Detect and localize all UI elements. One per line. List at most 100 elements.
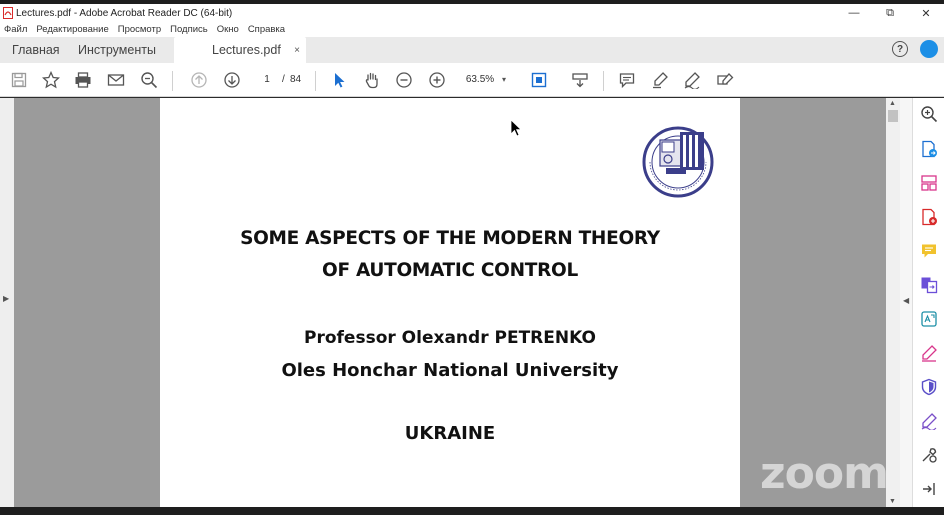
next-page-button[interactable] bbox=[221, 69, 243, 91]
previous-page-button[interactable] bbox=[188, 69, 210, 91]
hand-icon bbox=[365, 72, 378, 89]
tab-document-label: Lectures.pdf bbox=[212, 43, 281, 57]
document-title-line-1: SOME ASPECTS OF THE MODERN THEORY bbox=[240, 228, 660, 249]
zoom-level-input[interactable]: 63.5% bbox=[460, 72, 500, 88]
right-pane-toggle[interactable]: ◀ bbox=[900, 98, 912, 507]
close-window-button[interactable]: ✕ bbox=[908, 4, 944, 22]
page-separator: / bbox=[282, 74, 285, 85]
window-title: Lectures.pdf - Adobe Acrobat Reader DC (… bbox=[16, 7, 233, 19]
edit-pdf-icon bbox=[921, 311, 937, 327]
select-tool-button[interactable] bbox=[328, 69, 350, 91]
toolbar-separator bbox=[603, 71, 604, 91]
bookmark-star-icon bbox=[42, 71, 60, 89]
zoom-out-button[interactable] bbox=[393, 69, 415, 91]
sign-icon bbox=[921, 413, 937, 431]
highlight-icon bbox=[653, 72, 668, 89]
zoom-watermark: zoom bbox=[760, 448, 889, 499]
acrobat-app-icon bbox=[3, 7, 13, 19]
page-number-input[interactable]: 1 bbox=[254, 72, 280, 88]
tab-home[interactable]: Главная bbox=[0, 37, 66, 63]
tools-pane-sign[interactable] bbox=[920, 412, 938, 431]
save-icon bbox=[11, 72, 27, 88]
tools-pane-collapse[interactable] bbox=[920, 480, 938, 498]
print-icon bbox=[75, 72, 91, 88]
document-title-line-2: OF AUTOMATIC CONTROL bbox=[322, 260, 578, 281]
scroll-mode-icon bbox=[572, 73, 588, 88]
tab-close-button[interactable]: × bbox=[294, 45, 300, 56]
menu-window[interactable]: Окно bbox=[217, 24, 239, 35]
tools-pane bbox=[912, 98, 944, 507]
page-total: 84 bbox=[290, 74, 302, 85]
export-pdf-icon bbox=[922, 140, 937, 158]
menu-help[interactable]: Справка bbox=[248, 24, 285, 35]
page-down-icon bbox=[224, 72, 240, 88]
tabbar-right-icons: ? bbox=[892, 40, 938, 58]
collapse-right-icon: ◀ bbox=[903, 296, 910, 305]
minimize-button[interactable]: — bbox=[836, 4, 872, 22]
tab-bar: Главная Инструменты Lectures.pdf × ? bbox=[0, 37, 944, 63]
menu-view[interactable]: Просмотр bbox=[118, 24, 161, 35]
organize-pages-icon bbox=[921, 175, 937, 191]
select-arrow-icon bbox=[335, 73, 345, 88]
comment-icon bbox=[619, 73, 635, 89]
left-panel-toggle[interactable]: ▶ bbox=[0, 98, 14, 507]
scroll-up-icon[interactable]: ▲ bbox=[889, 100, 896, 107]
draw-button[interactable] bbox=[681, 69, 703, 91]
document-university: Oles Honchar National University bbox=[281, 360, 619, 381]
menu-sign[interactable]: Подпись bbox=[170, 24, 208, 35]
menu-edit[interactable]: Редактирование bbox=[36, 24, 108, 35]
bookmark-button[interactable] bbox=[40, 69, 62, 91]
more-tools-icon bbox=[922, 448, 937, 463]
university-logo bbox=[642, 126, 714, 198]
maximize-button[interactable]: ⧉ bbox=[872, 4, 908, 22]
fit-page-button[interactable] bbox=[528, 69, 550, 91]
save-button[interactable] bbox=[8, 69, 30, 91]
help-icon[interactable]: ? bbox=[892, 41, 908, 57]
zoom-out-icon bbox=[396, 72, 412, 88]
tools-pane-combine[interactable] bbox=[920, 276, 938, 294]
zoom-out-magnifier-icon bbox=[141, 72, 158, 89]
menu-file[interactable]: Файл bbox=[4, 24, 27, 35]
protect-icon bbox=[921, 378, 937, 396]
tools-pane-fill-sign[interactable] bbox=[920, 344, 938, 362]
bottom-strip bbox=[0, 507, 944, 515]
hand-tool-button[interactable] bbox=[361, 69, 383, 91]
tools-pane-create-pdf[interactable] bbox=[920, 208, 938, 226]
fill-sign-button[interactable] bbox=[714, 69, 736, 91]
email-button[interactable] bbox=[105, 69, 127, 91]
scroll-mode-button[interactable] bbox=[569, 69, 591, 91]
tools-pane-search[interactable] bbox=[920, 105, 938, 123]
zoom-in-button[interactable] bbox=[426, 69, 448, 91]
tools-pane-edit-pdf[interactable] bbox=[920, 310, 938, 328]
comment-button[interactable] bbox=[616, 69, 638, 91]
document-author: Professor Olexandr PETRENKO bbox=[304, 328, 596, 348]
email-icon bbox=[107, 74, 125, 86]
tools-pane-protect[interactable] bbox=[920, 378, 938, 396]
tools-pane-organize[interactable] bbox=[920, 174, 938, 192]
tools-pane-comment[interactable] bbox=[920, 242, 938, 260]
title-bar: Lectures.pdf - Adobe Acrobat Reader DC (… bbox=[0, 4, 944, 22]
menu-bar: Файл Редактирование Просмотр Подпись Окн… bbox=[0, 22, 944, 37]
page-up-icon bbox=[191, 72, 207, 88]
highlight-button[interactable] bbox=[649, 69, 671, 91]
scroll-down-icon[interactable]: ▼ bbox=[889, 498, 896, 505]
zoom-in-icon bbox=[429, 72, 445, 88]
vertical-scrollbar[interactable]: ▲ ▼ bbox=[886, 98, 900, 507]
expand-left-icon: ▶ bbox=[3, 294, 10, 303]
window-controls: — ⧉ ✕ bbox=[836, 4, 944, 22]
collapse-pane-icon bbox=[923, 483, 935, 495]
tab-tools[interactable]: Инструменты bbox=[66, 37, 174, 63]
tools-pane-export-pdf[interactable] bbox=[920, 140, 938, 158]
comment-icon bbox=[922, 244, 936, 258]
mouse-cursor-icon bbox=[510, 119, 522, 137]
toolbar-separator bbox=[315, 71, 316, 91]
scrollbar-thumb[interactable] bbox=[888, 110, 898, 122]
combine-files-icon bbox=[921, 277, 938, 294]
print-button[interactable] bbox=[72, 69, 94, 91]
zoom-dropdown-arrow[interactable]: ▾ bbox=[502, 72, 506, 88]
tools-pane-more-tools[interactable] bbox=[920, 446, 938, 464]
search-zoom-button[interactable] bbox=[138, 69, 160, 91]
profile-icon[interactable] bbox=[920, 40, 938, 58]
draw-icon bbox=[684, 72, 700, 89]
tab-document[interactable]: Lectures.pdf × bbox=[174, 37, 306, 63]
